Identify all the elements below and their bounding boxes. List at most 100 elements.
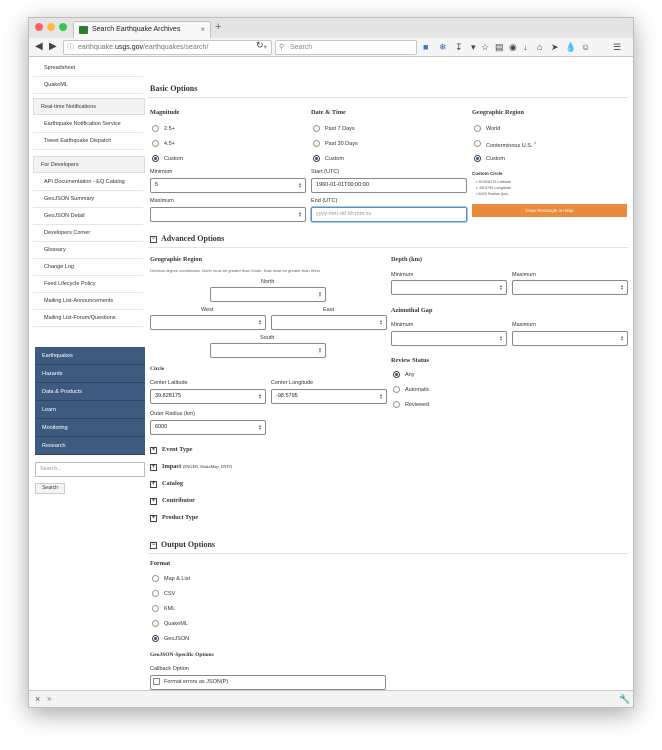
overflow-icon[interactable]: ▾: [471, 40, 476, 54]
wrench-icon[interactable]: 🔧: [619, 694, 630, 705]
magnitude-radio-2-5[interactable]: [152, 125, 159, 132]
stepper-icon[interactable]: ▲ ▼: [318, 291, 322, 298]
zoom-window-button[interactable]: [59, 23, 67, 31]
center-lon-input[interactable]: -98.5795 ▲ ▼: [271, 389, 387, 404]
sidebar-item-mailing-announcements[interactable]: Mailing List-Announcements: [33, 293, 143, 310]
stepper-icon[interactable]: ▲ ▼: [298, 211, 302, 218]
depth-min-input[interactable]: ▲ ▼: [391, 280, 507, 295]
depth-max-input[interactable]: ▲ ▼: [512, 280, 628, 295]
impact-title[interactable]: Impact (PAGER, ShakeMap, DYFI): [162, 463, 232, 470]
radius-input[interactable]: 6000 ▲ ▼: [150, 420, 266, 435]
browser-search-input[interactable]: ⚲ Search: [275, 40, 417, 55]
sidebar-item-feed-lifecycle[interactable]: Feed Lifecycle Policy: [33, 276, 143, 293]
dropper-icon[interactable]: 💧: [565, 40, 576, 54]
east-input[interactable]: ▲ ▼: [271, 315, 387, 330]
sidebar-item-change-log[interactable]: Change Log: [33, 259, 143, 276]
contributor-toggle-icon[interactable]: +: [150, 498, 157, 505]
magnitude-max-input[interactable]: ▲ ▼: [150, 207, 306, 222]
bookmark-star-icon[interactable]: ☆: [481, 40, 489, 54]
format-radio-map-list[interactable]: [152, 575, 159, 582]
sidebar-search-input[interactable]: Search...: [35, 462, 145, 477]
nav-monitoring[interactable]: Monitoring: [35, 419, 145, 437]
start-input[interactable]: 1960-01-01T00:00:00: [311, 178, 467, 193]
review-radio-any[interactable]: [393, 371, 400, 378]
sidebar-item-geojson-summary[interactable]: GeoJSON Summary: [33, 191, 143, 208]
advanced-toggle-icon[interactable]: −: [150, 236, 157, 243]
back-icon[interactable]: ◀: [35, 40, 43, 54]
sidebar-toggle-icon[interactable]: ■: [423, 40, 428, 54]
download-icon[interactable]: ↧: [455, 40, 463, 54]
stepper-icon[interactable]: ▲ ▼: [499, 284, 503, 291]
nav-learn[interactable]: Learn: [35, 401, 145, 419]
stepper-icon[interactable]: ▲ ▼: [258, 319, 262, 326]
catalog-toggle-icon[interactable]: +: [150, 481, 157, 488]
south-input[interactable]: ▲ ▼: [210, 343, 326, 358]
reading-list-icon[interactable]: ▤: [495, 40, 504, 54]
sidebar-item-mailing-forum[interactable]: Mailing List-Forum/Questions: [33, 310, 143, 327]
format-radio-quakeml[interactable]: [152, 620, 159, 627]
datetime-radio-custom[interactable]: [313, 155, 320, 162]
close-icon[interactable]: ×: [35, 694, 40, 704]
stepper-icon[interactable]: ▲ ▼: [620, 284, 624, 291]
contributor-title[interactable]: Contributor: [162, 497, 195, 504]
url-bar[interactable]: ⓘ earthquake.usgs.gov/earthquakes/search…: [63, 40, 272, 55]
format-errors-checkbox[interactable]: [153, 678, 160, 685]
end-input[interactable]: yyyy-mm-dd hh:mm:ss: [311, 207, 467, 222]
impact-toggle-icon[interactable]: +: [150, 464, 157, 471]
nav-research[interactable]: Research: [35, 437, 145, 455]
sidebar-item-glossary[interactable]: Glossary: [33, 242, 143, 259]
geo-radio-conterminous[interactable]: [474, 140, 481, 147]
magnitude-min-input[interactable]: 5 ▲ ▼: [150, 178, 306, 193]
stepper-icon[interactable]: ▲ ▼: [499, 335, 503, 342]
sidebar-item-geojson-detail[interactable]: GeoJSON Detail: [33, 208, 143, 225]
format-radio-kml[interactable]: [152, 605, 159, 612]
datetime-radio-30-days[interactable]: [313, 140, 320, 147]
tab-close-icon[interactable]: ×: [200, 22, 205, 37]
geo-radio-custom[interactable]: [474, 155, 481, 162]
sidebar-item-tweet-dispatch[interactable]: Tweet Earthquake Dispatch: [33, 133, 143, 150]
review-radio-reviewed[interactable]: [393, 401, 400, 408]
nav-earthquakes[interactable]: Earthquakes: [35, 347, 145, 365]
event-type-title[interactable]: Event Type: [162, 446, 192, 453]
stepper-icon[interactable]: ▲ ▼: [379, 319, 383, 326]
stepper-icon[interactable]: ▲ ▼: [258, 393, 262, 400]
sidebar-item-developers-corner[interactable]: Developers Corner: [33, 225, 143, 242]
north-input[interactable]: ▲ ▼: [210, 287, 326, 302]
sidebar-item-api-docs[interactable]: API Documentation - EQ Catalog: [33, 174, 143, 191]
send-icon[interactable]: ➤: [551, 40, 559, 54]
geo-radio-world[interactable]: [474, 125, 481, 132]
nav-data-products[interactable]: Data & Products: [35, 383, 145, 401]
event-type-toggle-icon[interactable]: +: [150, 447, 157, 454]
stepper-icon[interactable]: ▲ ▼: [620, 335, 624, 342]
magnitude-radio-4-5[interactable]: [152, 140, 159, 147]
review-radio-automatic[interactable]: [393, 386, 400, 393]
advanced-options-title[interactable]: Advanced Options: [161, 234, 224, 243]
gap-min-input[interactable]: ▲ ▼: [391, 331, 507, 346]
datetime-radio-7-days[interactable]: [313, 125, 320, 132]
reload-icon[interactable]: ↻: [256, 40, 264, 51]
new-tab-button[interactable]: +: [215, 21, 221, 33]
close-window-button[interactable]: [35, 23, 43, 31]
extension-icon[interactable]: ❄: [439, 40, 447, 54]
output-options-title[interactable]: Output Options: [161, 540, 215, 549]
home-icon[interactable]: ⌂: [537, 40, 542, 54]
dropdown-icon[interactable]: ▾: [263, 41, 267, 54]
sidebar-item-notification-service[interactable]: Earthquake Notification Service: [33, 116, 143, 133]
pocket-icon[interactable]: ◉: [509, 40, 517, 54]
format-radio-geojson[interactable]: [152, 635, 159, 642]
draw-rectangle-button[interactable]: Draw Rectangle on Map: [472, 204, 627, 217]
sidebar-search-button[interactable]: Search: [35, 483, 65, 494]
product-type-toggle-icon[interactable]: +: [150, 515, 157, 522]
browser-tab[interactable]: Search Earthquake Archives ×: [73, 21, 211, 38]
catalog-title[interactable]: Catalog: [162, 480, 183, 487]
stepper-icon[interactable]: ▲ ▼: [258, 424, 262, 431]
format-radio-csv[interactable]: [152, 590, 159, 597]
stepper-icon[interactable]: ▲ ▼: [298, 182, 302, 189]
info-icon[interactable]: ⓘ: [67, 41, 74, 54]
nav-hazards[interactable]: Hazards: [35, 365, 145, 383]
magnitude-radio-custom[interactable]: [152, 155, 159, 162]
gap-max-input[interactable]: ▲ ▼: [512, 331, 628, 346]
center-lat-input[interactable]: 39.828175 ▲ ▼: [150, 389, 266, 404]
expand-icon[interactable]: »: [47, 694, 51, 703]
stepper-icon[interactable]: ▲ ▼: [318, 347, 322, 354]
